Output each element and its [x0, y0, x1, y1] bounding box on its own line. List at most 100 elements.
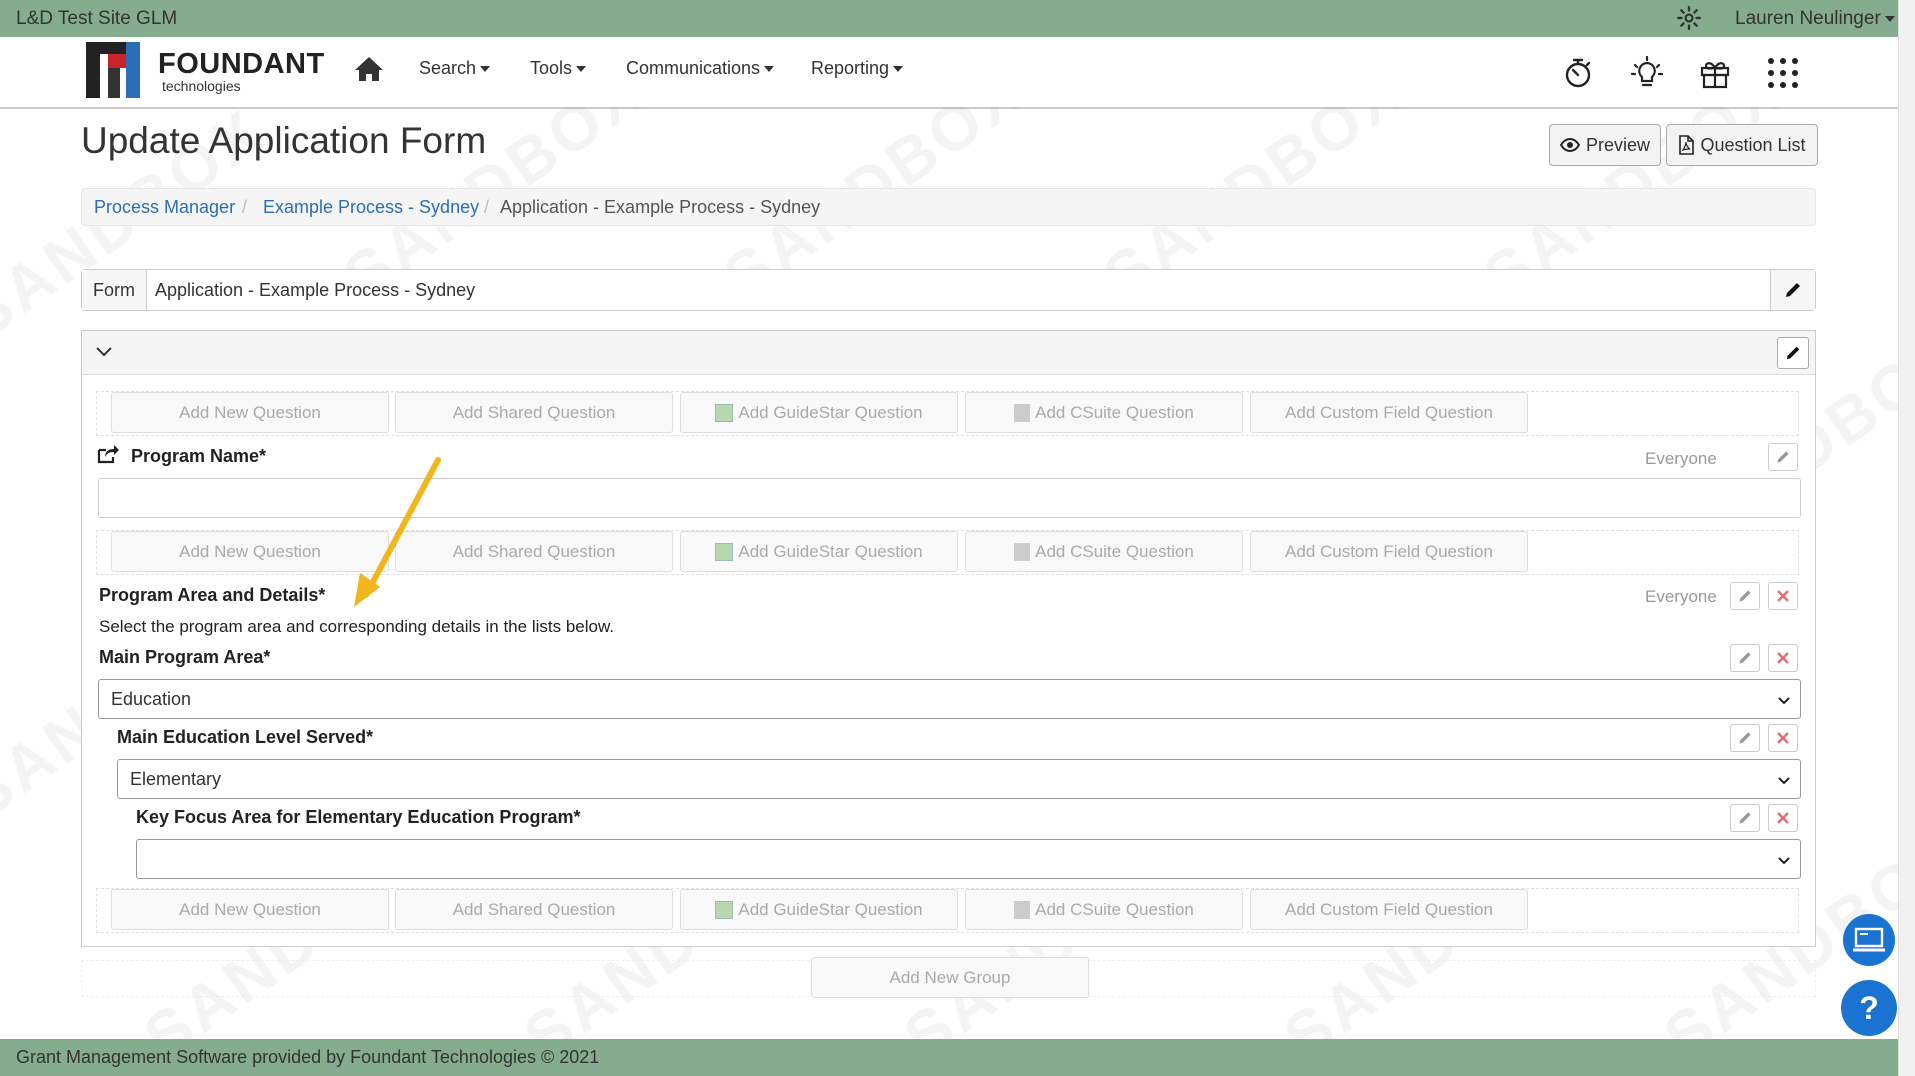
- breadcrumb-separator: /: [242, 197, 248, 217]
- main-program-area-label: Main Program Area*: [99, 647, 271, 667]
- edit-focus-area-button[interactable]: [1730, 804, 1760, 832]
- close-icon: [1777, 652, 1789, 664]
- edit-group-button[interactable]: [1777, 337, 1809, 369]
- chevron-down-icon: [1778, 777, 1790, 785]
- eye-icon: [1559, 138, 1580, 152]
- edit-education-level-button[interactable]: [1730, 724, 1760, 752]
- program-area-label: Program Area and Details*: [99, 585, 326, 605]
- form-name-value: Application - Example Process - Sydney: [155, 280, 476, 300]
- breadcrumb: Process Manager / Example Process - Sydn…: [81, 188, 1816, 226]
- gift-icon[interactable]: [1698, 56, 1732, 90]
- guidestar-icon: [715, 403, 734, 422]
- delete-program-area-button[interactable]: [1768, 582, 1798, 610]
- nav-communications[interactable]: Communications: [626, 58, 775, 79]
- shared-question-icon: [97, 445, 119, 464]
- logo-mark-icon: [86, 42, 140, 98]
- pencil-icon: [1786, 346, 1800, 360]
- training-button[interactable]: [1843, 914, 1895, 966]
- annotation-arrow: [354, 457, 441, 607]
- footer: Grant Management Software provided by Fo…: [0, 1039, 1898, 1076]
- delete-main-program-area-button[interactable]: [1768, 644, 1798, 672]
- edit-form-button[interactable]: [1770, 270, 1815, 310]
- user-menu[interactable]: Lauren Neulinger: [1735, 8, 1895, 30]
- add-csuite-question-button[interactable]: Add CSuite Question: [965, 889, 1243, 930]
- gear-icon[interactable]: [1676, 5, 1702, 31]
- delete-focus-area-button[interactable]: [1768, 804, 1798, 832]
- add-question-row: Add New Question Add Shared Question Add…: [96, 391, 1799, 436]
- preview-button[interactable]: Preview: [1549, 124, 1661, 166]
- edit-program-name-button[interactable]: [1768, 443, 1798, 471]
- question-group-panel: Add New Question Add Shared Question Add…: [81, 330, 1816, 947]
- csuite-icon: [1014, 542, 1031, 561]
- breadcrumb-current: Application - Example Process - Sydney: [500, 197, 821, 217]
- add-custom-field-question-button[interactable]: Add Custom Field Question: [1250, 392, 1528, 433]
- nav-tools[interactable]: Tools: [530, 58, 587, 79]
- add-csuite-question-button[interactable]: Add CSuite Question: [965, 531, 1243, 572]
- close-icon: [1777, 732, 1789, 744]
- add-new-question-button[interactable]: Add New Question: [111, 889, 389, 930]
- breadcrumb-process-manager[interactable]: Process Manager: [94, 197, 235, 217]
- add-custom-field-question-button[interactable]: Add Custom Field Question: [1250, 531, 1528, 572]
- chevron-down-icon: [480, 66, 491, 73]
- help-button[interactable]: ?: [1841, 980, 1897, 1036]
- apps-grid-icon[interactable]: [1766, 56, 1800, 90]
- chevron-down-icon: [764, 66, 775, 73]
- scrollbar[interactable]: [1898, 0, 1915, 1076]
- add-new-question-button[interactable]: Add New Question: [111, 531, 389, 572]
- close-icon: [1777, 812, 1789, 824]
- chevron-down-icon: [893, 66, 904, 73]
- user-name: Lauren Neulinger: [1735, 8, 1881, 29]
- question-list-button[interactable]: Question List: [1666, 124, 1818, 166]
- add-guidestar-question-button[interactable]: Add GuideStar Question: [680, 889, 958, 930]
- add-new-question-button[interactable]: Add New Question: [111, 392, 389, 433]
- nav-search[interactable]: Search: [419, 58, 491, 79]
- program-name-label: Program Name*: [131, 446, 267, 466]
- site-name: L&D Test Site GLM: [16, 8, 178, 29]
- chevron-down-icon: [1778, 697, 1790, 705]
- pencil-icon: [1786, 283, 1800, 297]
- add-shared-question-button[interactable]: Add Shared Question: [395, 392, 673, 433]
- question-mark-icon: ?: [1859, 989, 1879, 1026]
- pencil-icon: [1739, 590, 1751, 602]
- add-guidestar-question-button[interactable]: Add GuideStar Question: [680, 531, 958, 572]
- focus-area-select[interactable]: [136, 839, 1801, 879]
- add-custom-field-question-button[interactable]: Add Custom Field Question: [1250, 889, 1528, 930]
- add-shared-question-button[interactable]: Add Shared Question: [395, 889, 673, 930]
- csuite-icon: [1014, 403, 1031, 422]
- page-title: Update Application Form: [81, 120, 487, 161]
- form-name-row: Form Application - Example Process - Syd…: [81, 269, 1816, 311]
- pencil-icon: [1739, 812, 1751, 824]
- education-level-select[interactable]: Elementary: [117, 759, 1801, 799]
- program-area-audience: Everyone: [1645, 587, 1717, 606]
- add-guidestar-question-button[interactable]: Add GuideStar Question: [680, 392, 958, 433]
- main-program-area-select[interactable]: Education: [98, 679, 1801, 719]
- stopwatch-icon[interactable]: [1561, 56, 1595, 90]
- footer-text: Grant Management Software provided by Fo…: [16, 1047, 600, 1067]
- edit-main-program-area-button[interactable]: [1730, 644, 1760, 672]
- guidestar-icon: [715, 542, 734, 561]
- program-area-description: Select the program area and correspondin…: [99, 617, 615, 636]
- edit-program-area-button[interactable]: [1730, 582, 1760, 610]
- group-header: [82, 331, 1815, 375]
- add-question-row: Add New Question Add Shared Question Add…: [96, 888, 1799, 933]
- logo-brand: FOUNDANT: [158, 48, 325, 80]
- add-csuite-question-button[interactable]: Add CSuite Question: [965, 392, 1243, 433]
- add-new-group-button[interactable]: Add New Group: [811, 957, 1089, 998]
- delete-education-level-button[interactable]: [1768, 724, 1798, 752]
- lightbulb-icon[interactable]: [1630, 56, 1664, 90]
- pdf-file-icon: [1679, 135, 1695, 155]
- home-icon[interactable]: [354, 55, 384, 83]
- chevron-down-icon: [576, 66, 587, 73]
- guidestar-icon: [715, 900, 734, 919]
- screen-icon: [1853, 927, 1885, 952]
- nav-reporting[interactable]: Reporting: [811, 58, 904, 79]
- foundant-logo[interactable]: FOUNDANT technologies: [86, 38, 324, 103]
- logo-sub: technologies: [162, 78, 241, 94]
- close-icon: [1777, 590, 1789, 602]
- pencil-icon: [1739, 732, 1751, 744]
- education-level-label: Main Education Level Served*: [117, 727, 374, 747]
- chevron-down-icon[interactable]: [94, 341, 114, 361]
- program-name-audience: Everyone: [1645, 449, 1717, 468]
- breadcrumb-process[interactable]: Example Process - Sydney: [263, 197, 479, 217]
- pencil-icon: [1777, 451, 1789, 463]
